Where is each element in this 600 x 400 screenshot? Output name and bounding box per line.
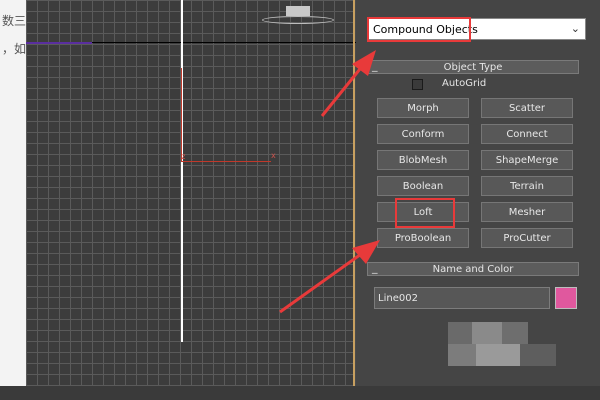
annotation-arrow: [320, 50, 376, 117]
screenshot: 数三 ，如 z x Compound Objects ⌄ _ Object Ty…: [0, 0, 600, 400]
annotation-arrows: [279, 50, 380, 314]
annotation-arrow: [279, 240, 380, 314]
